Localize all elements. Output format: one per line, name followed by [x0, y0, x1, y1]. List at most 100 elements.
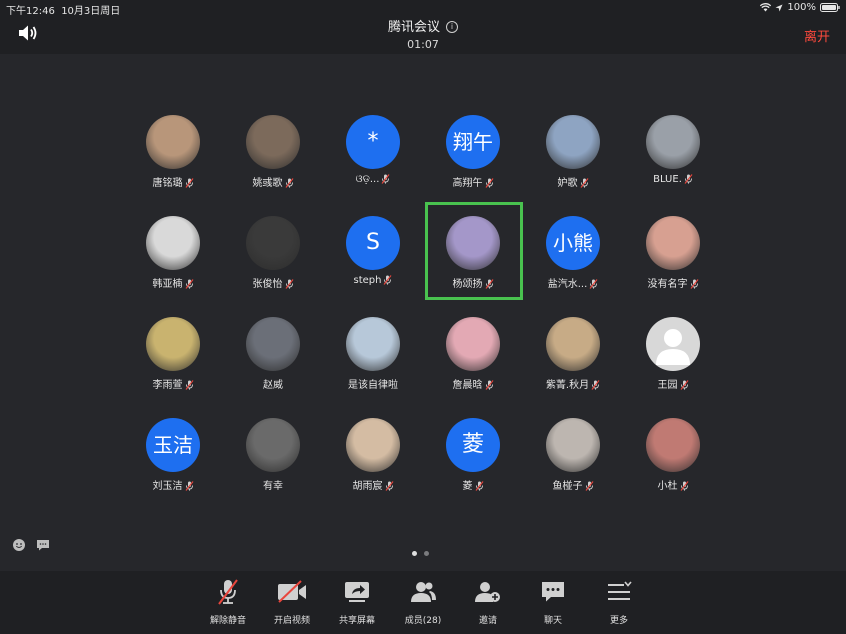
page-dot-1[interactable] [412, 551, 417, 556]
bottom-toolbar: 解除静音 开启视频 共享屏幕 成员(28) 邀请 聊天 更多 [0, 571, 846, 634]
avatar-photo [646, 418, 700, 472]
participant-name: 韩亚楠 [152, 279, 183, 290]
participant-tile[interactable]: BLUE. [623, 110, 723, 202]
page-indicator[interactable] [412, 551, 429, 556]
participant-name-row: 唐铭璐 [123, 174, 223, 191]
members-label: 成员(28) [404, 616, 442, 626]
mic-muted-icon [680, 380, 689, 393]
participant-tile[interactable]: 唐铭璐 [123, 110, 223, 202]
participant-name: 菱 [462, 481, 473, 492]
avatar-initials: * [346, 115, 400, 169]
avatar-photo [646, 216, 700, 270]
mic-muted-icon [485, 178, 494, 191]
participant-tile[interactable]: 鱼椪子 [523, 413, 623, 505]
more-button[interactable]: 更多 [589, 577, 649, 626]
participant-name: ଓଡ଼... [355, 174, 380, 185]
participant-name-row: BLUE. [623, 174, 723, 187]
avatar-initials: S [346, 216, 400, 270]
participant-name: 妒歌 [557, 178, 578, 189]
participant-tile[interactable]: 小熊盐汽水... [523, 211, 623, 303]
unmute-button[interactable]: 解除静音 [198, 577, 258, 626]
participant-tile[interactable]: 紫菁.秋月 [523, 312, 623, 404]
invite-label: 邀请 [478, 616, 497, 626]
participant-name: 詹晨晗 [452, 380, 483, 391]
participant-name: 是该自律啦 [348, 380, 398, 391]
participant-name: BLUE. [653, 174, 682, 185]
avatar-photo [146, 115, 200, 169]
participant-name-row: 没有名字 [623, 275, 723, 292]
participant-name: 张俊怡 [252, 279, 283, 290]
participant-name: 盐汽水... [547, 279, 588, 290]
avatar-photo [546, 418, 600, 472]
page-dot-2[interactable] [424, 551, 429, 556]
avatar-photo [646, 115, 700, 169]
participant-name: 李雨萱 [152, 380, 183, 391]
participant-tile[interactable]: 詹晨晗 [423, 312, 523, 404]
participant-tile[interactable]: * ଓଡ଼... [323, 110, 423, 202]
participant-tile[interactable]: 翔午高翔午 [423, 110, 523, 202]
participant-name-row: 菱 [423, 477, 523, 494]
mic-muted-icon [185, 178, 194, 191]
participant-name-row: 高翔午 [423, 174, 523, 191]
chat-button[interactable]: 聊天 [523, 577, 583, 626]
avatar-photo [246, 317, 300, 371]
participant-tile[interactable]: 韩亚楠 [123, 211, 223, 303]
participant-name-row: 紫菁.秋月 [523, 376, 623, 393]
participant-name-row: 小杜 [623, 477, 723, 494]
participant-tile[interactable]: 没有名字 [623, 211, 723, 303]
participant-tile[interactable]: 菱菱 [423, 413, 523, 505]
mic-muted-icon [690, 279, 699, 292]
side-icons [12, 537, 50, 551]
emoji-icon[interactable] [12, 537, 26, 551]
mic-muted-icon [385, 481, 394, 494]
mic-muted-icon [585, 481, 594, 494]
participant-name: 高翔午 [452, 178, 483, 189]
participant-tile[interactable]: 妒歌 [523, 110, 623, 202]
participant-name: 紫菁.秋月 [545, 380, 590, 391]
chat-bubble-icon[interactable] [36, 537, 50, 551]
participant-name-row: 是该自律啦 [323, 376, 423, 391]
active-speaker-highlight [425, 202, 523, 300]
mic-off-icon [218, 579, 238, 605]
participant-tile[interactable]: 小杜 [623, 413, 723, 505]
participant-tile[interactable]: 张俊怡 [223, 211, 323, 303]
participant-name: 唐铭璐 [152, 178, 183, 189]
participant-name: 王园 [657, 380, 678, 391]
avatar-photo [546, 115, 600, 169]
participant-name-row: 胡雨宸 [323, 477, 423, 494]
mic-muted-icon [485, 380, 494, 393]
invite-button[interactable]: 邀请 [458, 577, 518, 626]
participant-name-row: 有幸 [223, 477, 323, 492]
participant-tile[interactable]: 是该自律啦 [323, 312, 423, 404]
participant-tile[interactable]: 玉洁 刘玉洁 [123, 413, 223, 505]
mic-muted-icon [285, 178, 294, 191]
participant-tile[interactable]: 赵威 [223, 312, 323, 404]
start-video-button[interactable]: 开启视频 [262, 577, 322, 626]
members-button[interactable]: 成员(28) [393, 577, 453, 626]
participant-name-row: 詹晨晗 [423, 376, 523, 393]
avatar-photo [446, 317, 500, 371]
mic-muted-icon [680, 481, 689, 494]
members-icon [411, 582, 436, 602]
participant-tile[interactable]: 王园 [623, 312, 723, 404]
mic-muted-icon [580, 178, 589, 191]
mic-muted-icon [383, 275, 392, 288]
avatar-initials: 小熊 [546, 216, 600, 270]
default-avatar-icon [646, 317, 700, 371]
participant-name-row: 鱼椪子 [523, 477, 623, 494]
more-label: 更多 [609, 616, 628, 626]
participant-tile[interactable]: 有幸 [223, 413, 323, 505]
share-screen-button[interactable]: 共享屏幕 [327, 577, 387, 626]
participant-name: 小杜 [657, 481, 678, 492]
participant-tile[interactable]: Ssteph [323, 211, 423, 303]
participant-name-row: 姚彧歌 [223, 174, 323, 191]
participant-tile[interactable]: 胡雨宸 [323, 413, 423, 505]
participant-tile[interactable]: 李雨萱 [123, 312, 223, 404]
participant-name-row: 妒歌 [523, 174, 623, 191]
avatar-initials: 翔午 [446, 115, 500, 169]
avatar-photo [146, 216, 200, 270]
participant-name: 有幸 [263, 481, 283, 492]
mic-muted-icon [381, 174, 390, 187]
participant-tile[interactable]: 姚彧歌 [223, 110, 323, 202]
mic-muted-icon [185, 380, 194, 393]
